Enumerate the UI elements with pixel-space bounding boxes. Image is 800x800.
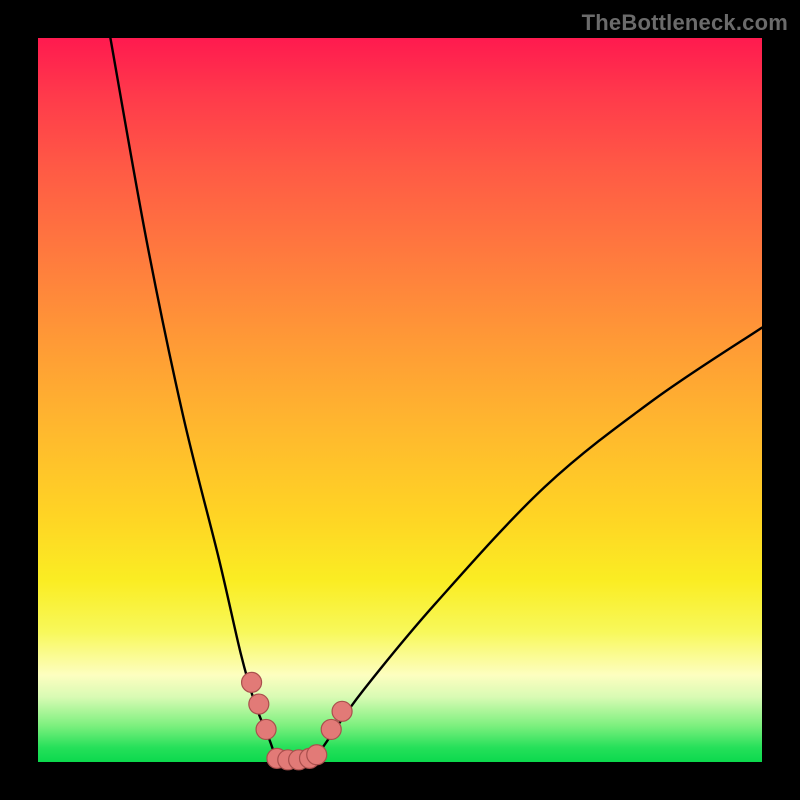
plot-area — [38, 38, 762, 762]
right-curve — [313, 328, 762, 762]
bead-marker — [321, 719, 341, 739]
outer-frame: TheBottleneck.com — [0, 0, 800, 800]
bead-marker — [242, 672, 262, 692]
left-curve — [110, 38, 277, 762]
bead-marker — [307, 745, 327, 765]
watermark-text: TheBottleneck.com — [582, 10, 788, 36]
chart-svg — [38, 38, 762, 762]
bead-marker — [256, 719, 276, 739]
bead-marker — [332, 701, 352, 721]
bead-marker — [249, 694, 269, 714]
bead-markers — [242, 672, 352, 769]
